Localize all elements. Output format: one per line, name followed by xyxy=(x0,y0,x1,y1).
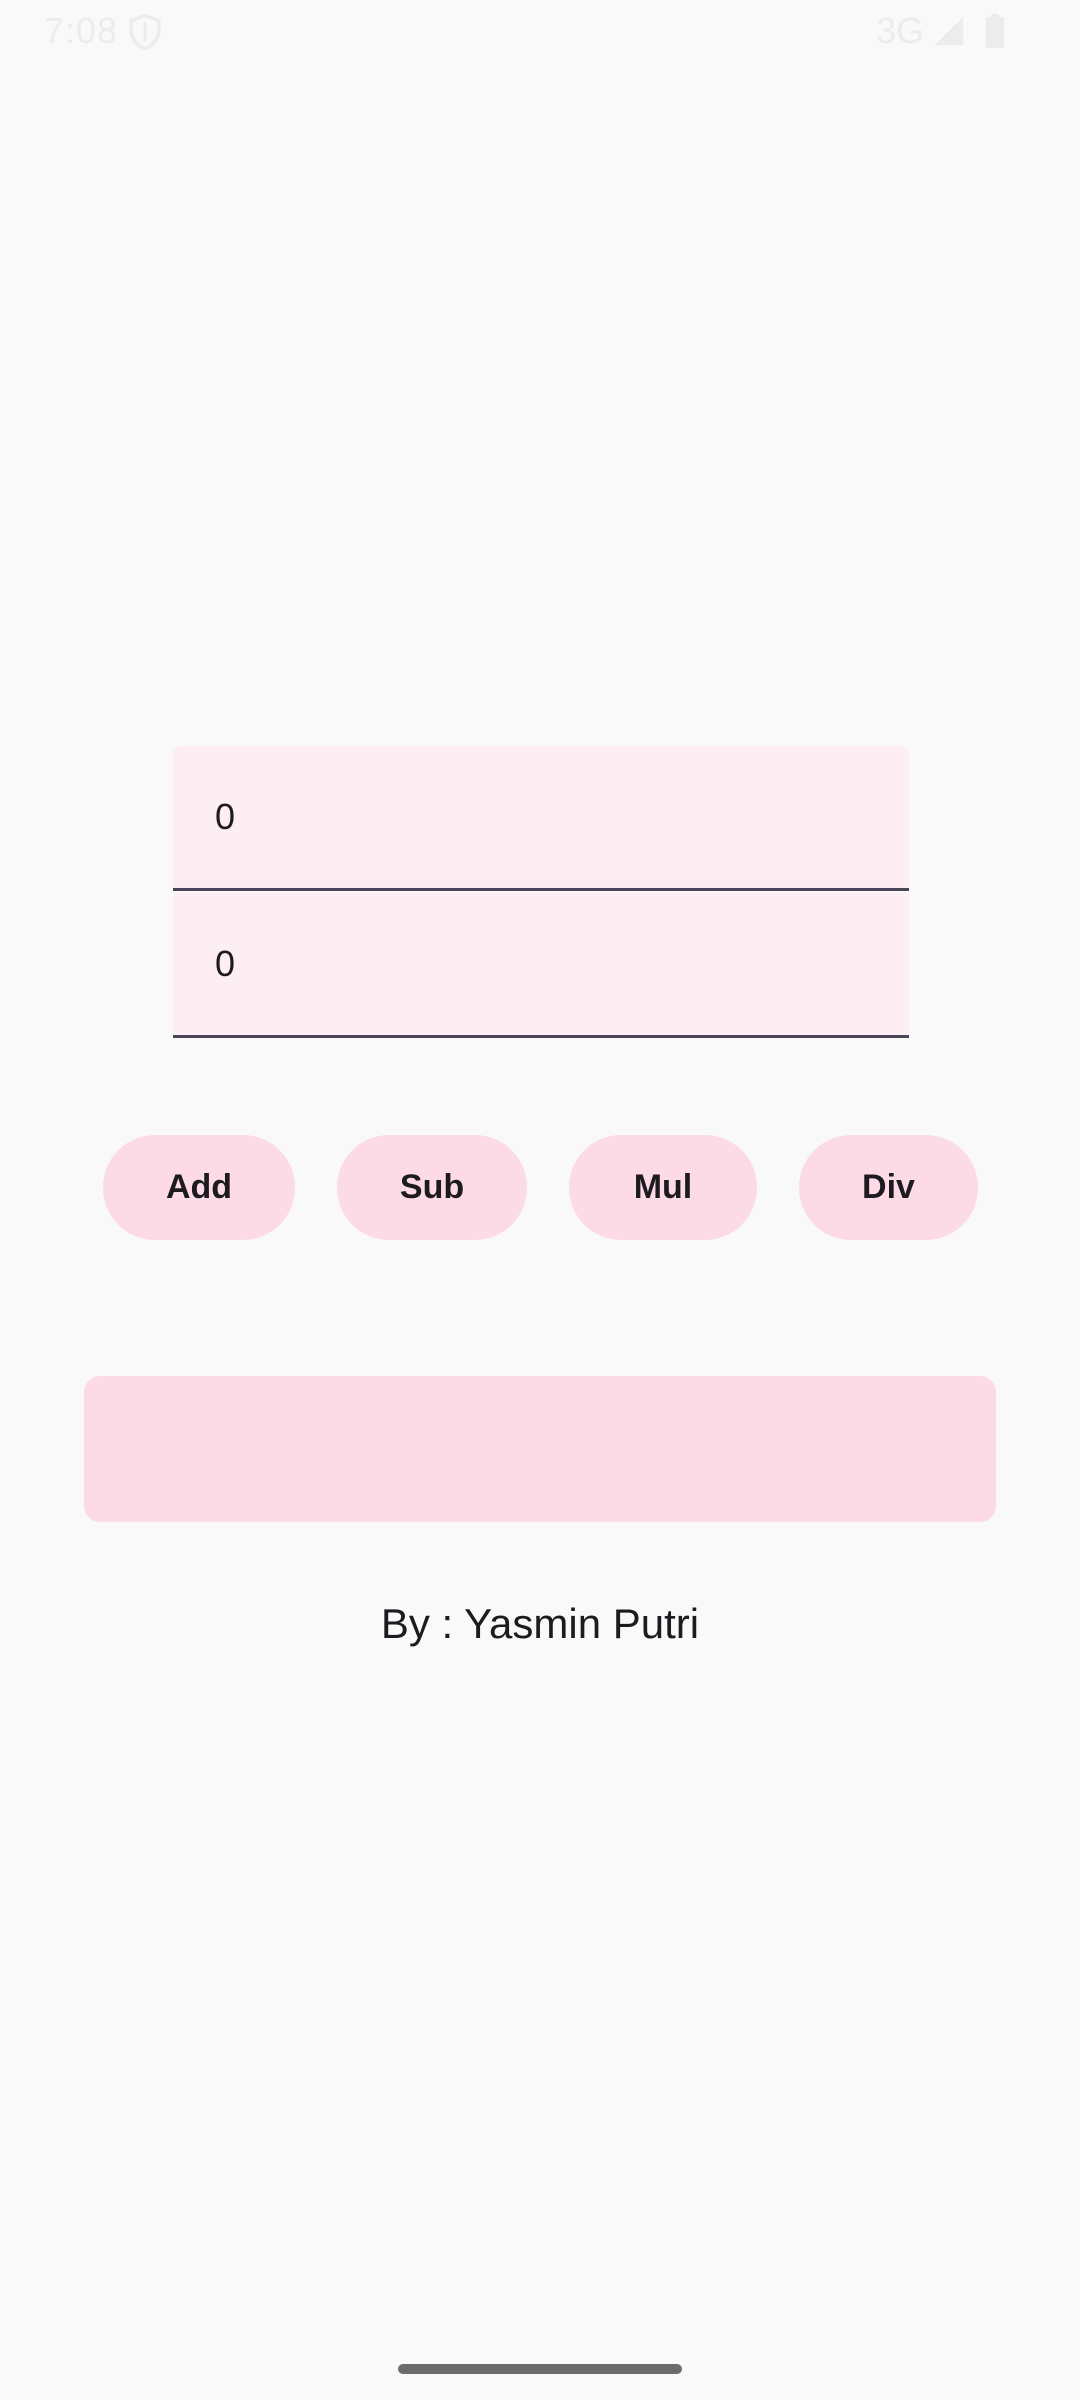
add-button[interactable]: Add xyxy=(103,1135,295,1240)
mul-button[interactable]: Mul xyxy=(569,1135,757,1240)
signal-icon xyxy=(934,16,964,46)
result-display xyxy=(84,1376,996,1522)
first-number-input[interactable]: 0 xyxy=(173,746,909,891)
network-type: 3G xyxy=(876,10,925,51)
author-label: By : Yasmin Putri xyxy=(380,1600,700,1647)
div-button[interactable]: Div xyxy=(799,1135,978,1240)
home-indicator[interactable] xyxy=(398,2364,682,2374)
status-bar: 7:08 3G xyxy=(0,0,1080,64)
shield-icon xyxy=(129,14,161,50)
status-time: 7:08 xyxy=(44,10,119,51)
second-number-input[interactable]: 0 xyxy=(173,893,909,1038)
sub-button[interactable]: Sub xyxy=(337,1135,527,1240)
first-number-value: 0 xyxy=(215,796,236,837)
battery-icon xyxy=(985,14,1005,48)
second-number-value: 0 xyxy=(215,943,236,984)
